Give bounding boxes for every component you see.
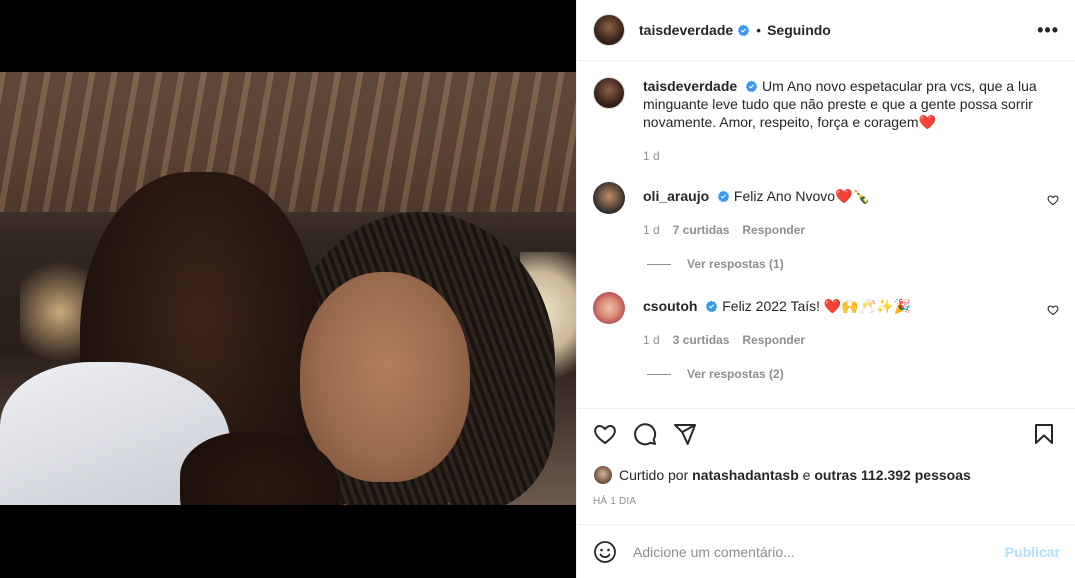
likes-summary: Curtido por natashadantasb e outras 112.… [593, 465, 971, 485]
comment-emoji: ❤️🍾 [835, 188, 870, 204]
view-replies-label: Ver respostas (2) [687, 367, 784, 381]
likes-prefix: Curtido por [619, 467, 689, 483]
emoji-smiley-icon[interactable] [593, 540, 617, 564]
comment-meta: 1 d 3 curtidas Responder [643, 331, 1039, 349]
comment-text: csoutoh Feliz 2022 Taís! ❤️🙌🥂✨🎉 [643, 297, 1039, 315]
caption-username[interactable]: taisdeverdade [643, 78, 737, 94]
comment-text: oli_araujo Feliz Ano Nvovo❤️🍾 [643, 187, 1039, 205]
comment-item: csoutoh Feliz 2022 Taís! ❤️🙌🥂✨🎉 1 d 3 cu… [593, 292, 1059, 349]
comment-meta: 1 d 7 curtidas Responder [643, 221, 1039, 239]
comment-bubble-icon[interactable] [633, 422, 657, 446]
comment-message: Feliz 2022 Taís! [722, 298, 821, 314]
like-comment-heart-icon[interactable] [1047, 194, 1059, 206]
view-replies-label: Ver respostas (1) [687, 257, 784, 271]
photo-necklace [340, 492, 450, 505]
liker-avatar[interactable] [593, 465, 613, 485]
caption-meta: 1 d [643, 147, 1059, 165]
comment-message: Feliz Ano Nvovo [733, 188, 836, 204]
add-comment-bar: Publicar [577, 524, 1075, 578]
caption: taisdeverdade Um Ano novo espetacular pr… [593, 77, 1059, 165]
author-avatar[interactable] [593, 14, 625, 46]
comment-item: oli_araujo Feliz Ano Nvovo❤️🍾 1 d 7 curt… [593, 182, 1059, 239]
post-side-panel: taisdeverdade • Seguindo ••• taisdeverda… [576, 0, 1075, 578]
more-options-icon[interactable]: ••• [1037, 20, 1059, 41]
verified-badge-icon [738, 24, 750, 36]
commenter-avatar[interactable] [593, 182, 625, 214]
comment-likes[interactable]: 3 curtidas [673, 331, 730, 349]
caption-avatar[interactable] [593, 77, 625, 109]
reply-button[interactable]: Responder [742, 331, 805, 349]
post-header: taisdeverdade • Seguindo ••• [577, 0, 1075, 61]
caption-body: taisdeverdade Um Ano novo espetacular pr… [643, 77, 1059, 165]
photo-woman-face [300, 272, 470, 482]
verified-badge-icon [706, 300, 718, 313]
comment-emoji: ❤️🙌🥂✨🎉 [823, 298, 912, 314]
view-replies-button[interactable]: Ver respostas (1) [647, 257, 1059, 271]
comment-likes[interactable]: 7 curtidas [673, 221, 730, 239]
comment-username[interactable]: csoutoh [643, 298, 697, 314]
heart-emoji: ❤️ [918, 114, 936, 130]
caption-text: taisdeverdade Um Ano novo espetacular pr… [643, 77, 1059, 131]
like-comment-heart-icon[interactable] [1047, 304, 1059, 316]
liker-username[interactable]: natashadantasb [692, 467, 799, 483]
verified-badge-icon [745, 80, 758, 93]
following-button[interactable]: Seguindo [767, 22, 831, 38]
likes-middle: e [802, 467, 811, 483]
verified-badge-icon [717, 190, 730, 203]
caption-time[interactable]: 1 d [643, 147, 660, 165]
reply-button[interactable]: Responder [742, 221, 805, 239]
author-username[interactable]: taisdeverdade [639, 22, 733, 38]
post-photo[interactable] [0, 72, 576, 505]
replies-divider [647, 263, 671, 265]
author-info: taisdeverdade • Seguindo [639, 22, 831, 38]
instagram-post-modal: taisdeverdade • Seguindo ••• taisdeverda… [0, 0, 1075, 578]
comments-list: taisdeverdade Um Ano novo espetacular pr… [577, 61, 1075, 408]
view-replies-button[interactable]: Ver respostas (2) [647, 367, 1059, 381]
likes-text: Curtido por natashadantasb e outras 112.… [619, 467, 971, 483]
post-media[interactable] [0, 0, 576, 578]
commenter-avatar[interactable] [593, 292, 625, 324]
comment-body: csoutoh Feliz 2022 Taís! ❤️🙌🥂✨🎉 1 d 3 cu… [643, 292, 1039, 349]
comment-input[interactable] [633, 543, 1005, 560]
separator-dot: • [756, 22, 762, 38]
comment-time[interactable]: 1 d [643, 331, 660, 349]
photo-ceiling [0, 72, 576, 212]
bookmark-save-icon[interactable] [1032, 422, 1056, 446]
likes-others-link[interactable]: outras 112.392 pessoas [814, 467, 970, 483]
share-paper-plane-icon[interactable] [673, 422, 697, 446]
like-heart-icon[interactable] [593, 422, 617, 446]
post-timestamp[interactable]: HÁ 1 DIA [593, 496, 636, 507]
comment-body: oli_araujo Feliz Ano Nvovo❤️🍾 1 d 7 curt… [643, 182, 1039, 239]
post-actions-bar [577, 408, 1075, 458]
comment-username[interactable]: oli_araujo [643, 188, 709, 204]
replies-divider [647, 373, 671, 375]
comment-time[interactable]: 1 d [643, 221, 660, 239]
publish-button[interactable]: Publicar [1005, 544, 1060, 560]
